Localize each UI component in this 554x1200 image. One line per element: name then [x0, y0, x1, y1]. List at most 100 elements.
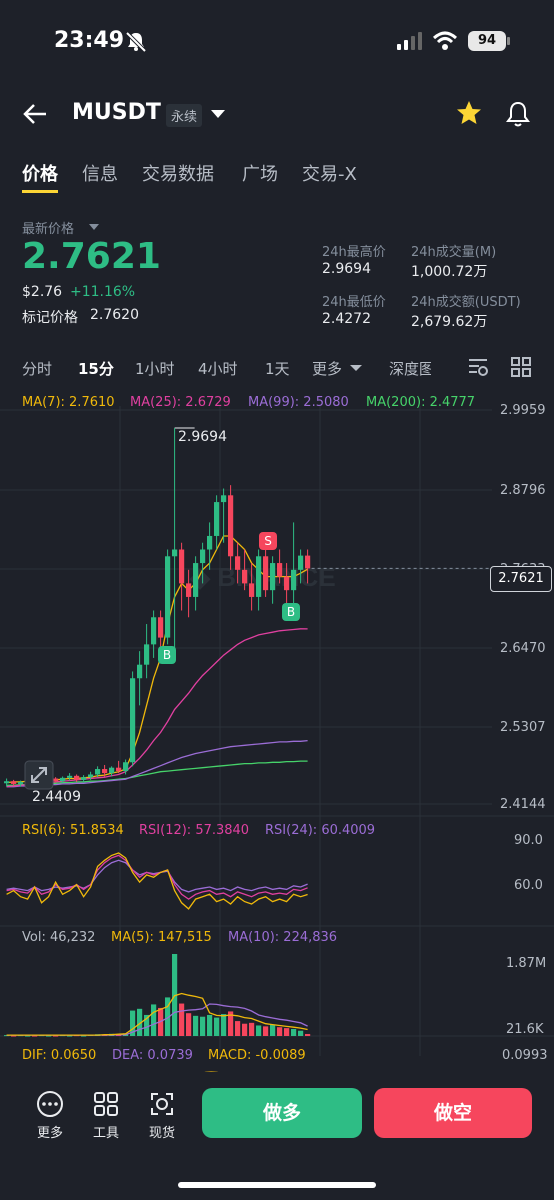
tools-label: 工具	[92, 1126, 119, 1141]
tools-grid-icon	[94, 1092, 118, 1116]
candle-body	[81, 777, 87, 780]
macd-dif-legend: DIF: 0.0650	[22, 1048, 97, 1063]
candle-body	[158, 617, 164, 638]
tools-button[interactable]: 工具	[90, 1090, 122, 1141]
last-price: 2.7621	[22, 236, 161, 277]
binance-watermark: ◆ BINANCE	[189, 562, 336, 592]
price-axis-tick: 2.4144	[500, 797, 546, 812]
interval-4h[interactable]: 4小时	[198, 358, 238, 379]
sell-marker[interactable]: S	[259, 532, 277, 550]
price-axis-tick: 2.9959	[500, 403, 546, 418]
spot-label: 现货	[148, 1126, 175, 1141]
active-tab-indicator	[22, 190, 58, 193]
tab-info[interactable]: 信息	[82, 160, 118, 186]
volume-ma10-line	[6, 1003, 308, 1036]
high-24h-value: 2.9694	[322, 261, 371, 277]
home-indicator	[178, 1182, 376, 1188]
open-short-button[interactable]: 做空	[374, 1088, 532, 1138]
more-dots-icon	[37, 1091, 63, 1117]
price-alert-bell-icon[interactable]	[506, 100, 530, 128]
interval-time-line[interactable]: 分时	[22, 358, 52, 379]
volume-ma10-legend: MA(10): 224,836	[228, 930, 338, 945]
more-button[interactable]: 更多	[34, 1090, 66, 1141]
volume-axis-tick: 21.6K	[506, 1022, 544, 1037]
volume-ma5-legend: MA(5): 147,515	[111, 930, 212, 945]
volume-legend: Vol: 46,232	[22, 930, 96, 945]
usd-price: $2.76	[22, 284, 63, 300]
candle-body	[74, 775, 80, 780]
buy-marker[interactable]: B	[282, 603, 300, 621]
candle-body	[88, 774, 94, 778]
price-change-percent: +11.16%	[70, 284, 136, 300]
volume-bar	[221, 1014, 227, 1036]
buy-marker[interactable]: B	[158, 646, 176, 664]
candle-body	[102, 769, 108, 774]
candle-body	[18, 781, 24, 784]
low-24h-value: 2.4272	[322, 311, 371, 327]
tab-trading-data[interactable]: 交易数据	[142, 160, 214, 186]
low-price-annotation: 2.4409	[32, 789, 81, 805]
candle-body	[277, 563, 283, 577]
volume-bar	[200, 1016, 206, 1036]
candle-body	[235, 556, 241, 570]
candle-body	[95, 769, 101, 775]
symbol-dropdown-icon[interactable]	[210, 108, 226, 120]
volume-bar	[193, 1015, 199, 1036]
candlestick-chart[interactable]: ◆ BINANCE	[0, 386, 554, 1080]
interval-1d[interactable]: 1天	[265, 358, 290, 379]
expand-chart-icon[interactable]	[24, 760, 54, 790]
tab-trade-x[interactable]: 交易-X	[302, 160, 357, 186]
current-price-tag: 2.7621	[490, 566, 552, 592]
rsi24-legend: RSI(24): 60.4009	[265, 823, 376, 838]
volume-bar	[298, 1030, 304, 1036]
low-24h-label: 24h最低价	[322, 295, 386, 310]
indicator-settings-icon[interactable]	[467, 356, 489, 378]
rsi-axis-tick: 60.0	[514, 878, 543, 893]
interval-depth-chart[interactable]: 深度图	[389, 358, 431, 379]
candle-body	[263, 556, 269, 591]
volume-bar	[305, 1033, 311, 1036]
rsi-axis-tick: 90.0	[514, 833, 543, 848]
price-axis-tick: 2.8796	[500, 483, 546, 498]
candle-body	[284, 576, 290, 591]
price-axis-tick: 2.6470	[500, 641, 546, 656]
layout-grid-icon[interactable]	[510, 356, 532, 378]
interval-more[interactable]: 更多	[312, 358, 342, 379]
volume-24h-value: 1,000.72万	[411, 264, 488, 280]
candle-body	[109, 767, 115, 774]
interval-1h[interactable]: 1小时	[135, 358, 175, 379]
candle-body	[11, 781, 17, 784]
price-type-dropdown-icon[interactable]	[89, 223, 99, 231]
spot-button[interactable]: 现货	[146, 1090, 178, 1141]
candle-body	[67, 775, 73, 778]
volume-bar	[207, 1014, 213, 1036]
ma200-legend: MA(200): 2.4777	[366, 395, 476, 410]
high-price-annotation: 2.9694	[178, 429, 227, 445]
tab-square[interactable]: 广场	[242, 160, 278, 186]
more-label: 更多	[36, 1126, 63, 1141]
open-long-button[interactable]: 做多	[202, 1088, 362, 1138]
candle-body	[4, 781, 10, 784]
interval-more-dropdown-icon[interactable]	[350, 364, 362, 372]
ma25-legend: MA(25): 2.6729	[130, 395, 231, 410]
rsi12-legend: RSI(12): 57.3840	[139, 823, 250, 838]
candle-body	[291, 569, 297, 591]
interval-15m[interactable]: 15分	[78, 358, 114, 379]
candle-body	[228, 495, 234, 557]
candle-body	[207, 535, 213, 550]
battery-nub	[507, 37, 510, 45]
volume-bar	[263, 1026, 269, 1036]
back-arrow-icon[interactable]	[22, 102, 48, 126]
candle-body	[179, 549, 185, 584]
macd-axis-tick: 0.0993	[502, 1048, 548, 1063]
mark-price-value: 2.7620	[90, 307, 139, 323]
rsi24-line	[6, 859, 308, 893]
candle-body	[200, 549, 206, 564]
symbol-title[interactable]: MUSDT	[72, 100, 161, 125]
volume-ma5-line	[6, 992, 308, 1036]
tab-price[interactable]: 价格	[22, 160, 58, 186]
price-axis-tick: 2.5307	[500, 720, 546, 735]
mark-price-label: 标记价格	[22, 310, 78, 326]
favorite-star-icon[interactable]	[456, 100, 482, 126]
volume-bar	[179, 1003, 185, 1036]
